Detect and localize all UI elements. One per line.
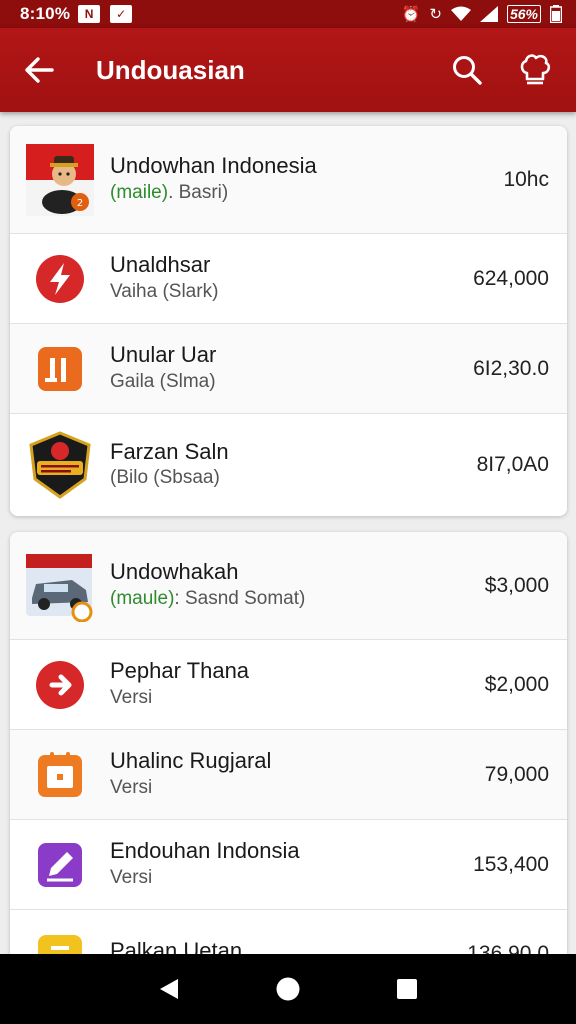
chef-hat-icon[interactable] (512, 47, 558, 93)
status-icons: ⏰ ↻ 56% (402, 5, 562, 23)
sync-icon: ↻ (429, 6, 442, 23)
item-name: Undowhakah (110, 559, 239, 585)
list-item[interactable]: 2 Undowhan Indonesia (maile). Basri) 10h… (10, 126, 567, 234)
app-bar: Undouasian (0, 28, 576, 112)
page-title: Undouasian (96, 54, 245, 85)
notification-icon: N (78, 5, 101, 23)
item-subtitle: Versi (110, 776, 153, 798)
list-item[interactable]: Farzan Saln (Bilo (Sbsaa) 8I7,0A0 (10, 414, 567, 516)
status-time: 8:10% (20, 4, 71, 23)
item-amount: 8I7,0A0 (476, 453, 549, 476)
status-bar: 8:10% N ✓ ⏰ ↻ 56% (0, 0, 576, 28)
car-illustration-icon (24, 550, 96, 622)
item-name: Endouhan Indonsia (110, 838, 300, 864)
system-nav-bar (0, 954, 576, 1024)
list-item[interactable]: Undowhakah (maule): Sasnd Somat) $3,000 (10, 532, 567, 640)
item-subtitle-highlight: (maule) (110, 587, 175, 609)
back-arrow-icon[interactable] (16, 47, 62, 93)
orange-app-icon (24, 333, 96, 405)
item-name: Pephar Thana (110, 658, 250, 684)
item-amount: 136,90.0 (467, 942, 549, 954)
item-amount: $2,000 (484, 672, 549, 696)
item-subtitle: (Bilo (Sbsaa) (110, 467, 220, 489)
item-amount: 10hc (503, 167, 549, 191)
check-notification-icon: ✓ (110, 5, 133, 23)
indonesia-flag-chef-icon: 2 (24, 143, 96, 216)
badge-emblem-icon (24, 429, 96, 501)
yellow-app-icon (24, 934, 96, 954)
red-lightning-icon (24, 243, 96, 315)
search-icon[interactable] (444, 47, 490, 93)
square-recents-icon[interactable] (387, 969, 427, 1009)
triangle-back-icon[interactable] (149, 969, 189, 1009)
item-amount: 6I2,30.0 (473, 356, 549, 380)
item-name: Undowhan Indonesia (110, 153, 317, 179)
item-name: Unaldhsar (110, 252, 211, 278)
list-item[interactable]: Pephar Thana Versi $2,000 (10, 640, 567, 730)
purple-pen-icon (24, 829, 96, 901)
item-subtitle: Versi (110, 866, 153, 888)
item-amount: $3,000 (484, 573, 549, 597)
wifi-icon (450, 6, 471, 21)
battery-icon (550, 5, 562, 23)
item-name: Palkan Uetan (110, 938, 243, 954)
recipe-card-1: 2 Undowhan Indonesia (maile). Basri) 10h… (10, 126, 567, 516)
circle-home-icon[interactable] (268, 969, 308, 1009)
orange-calendar-icon (24, 739, 96, 811)
item-amount: 153,400 (473, 852, 549, 876)
battery-percent: 56% (506, 5, 541, 23)
list-item[interactable]: Endouhan Indonsia Versi 153,400 (10, 820, 567, 910)
item-subtitle: (maule): Sasnd Somat) (110, 587, 305, 612)
item-amount: 624,000 (473, 266, 549, 290)
list-item[interactable]: Palkan Uetan 136,90.0 (10, 910, 567, 954)
alarm-icon: ⏰ (401, 6, 421, 23)
svg-text:2: 2 (77, 198, 83, 209)
list-item[interactable]: Unaldhsar Vaiha (Slark) 624,000 (10, 234, 567, 324)
item-subtitle: Gaila (Slma) (110, 370, 216, 392)
item-subtitle: (maile). Basri) (110, 181, 317, 206)
item-name: Unular Uar (110, 342, 217, 368)
recipe-card-2: Undowhakah (maule): Sasnd Somat) $3,000 … (10, 532, 567, 954)
item-subtitle: Versi (110, 686, 153, 708)
item-amount: 79,000 (484, 762, 549, 786)
item-subtitle-highlight: (maile) (110, 181, 169, 203)
list-item[interactable]: Uhalinc Rugjaral Versi 79,000 (10, 730, 567, 820)
item-subtitle-rest: . Basri) (168, 181, 229, 203)
red-arrow-icon (24, 649, 96, 721)
list-item[interactable]: Unular Uar Gaila (Slma) 6I2,30.0 (10, 324, 567, 414)
main-content: 2 Undowhan Indonesia (maile). Basri) 10h… (0, 112, 576, 954)
signal-icon (479, 6, 498, 22)
item-name: Farzan Saln (110, 438, 229, 464)
item-subtitle-rest: : Sasnd Somat) (174, 587, 306, 609)
item-name: Uhalinc Rugjaral (110, 748, 272, 774)
item-subtitle: Vaiha (Slark) (110, 280, 219, 302)
